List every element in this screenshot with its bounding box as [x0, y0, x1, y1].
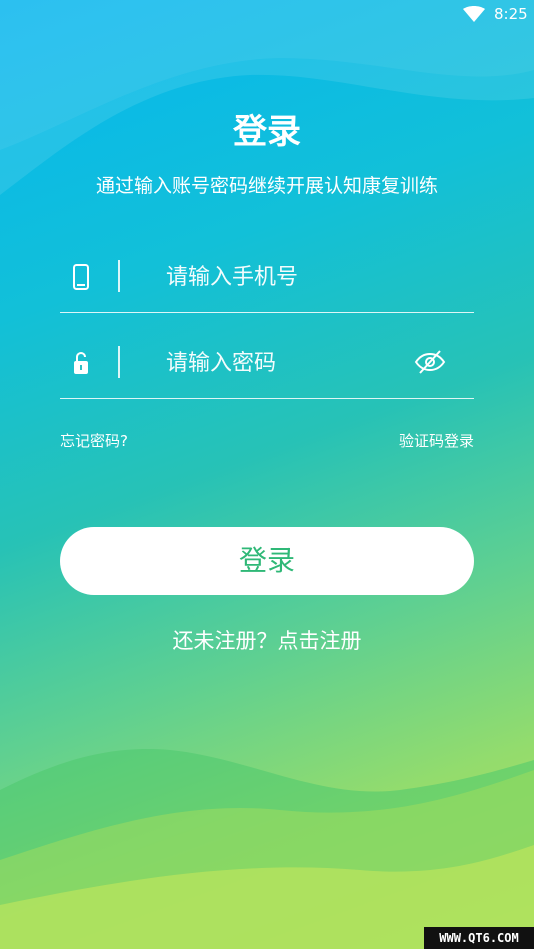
sms-login-link[interactable]: 验证码登录: [399, 430, 474, 452]
page-subtitle: 通过输入账号密码继续开展认知康复训练: [95, 175, 438, 197]
login-screen: 8:25 登录 通过输入账号密码继续开展认知康复训练 忘记密码? 验证码登录 登…: [0, 0, 534, 949]
status-time: 8:25: [494, 5, 528, 23]
eye-off-icon[interactable]: [414, 346, 446, 378]
page-title: 登录: [233, 112, 301, 152]
phone-icon: [73, 264, 89, 290]
phone-input[interactable]: [166, 256, 406, 298]
watermark: WWW.QT6.COM: [424, 927, 534, 949]
phone-field[interactable]: [60, 246, 474, 313]
phone-field-divider: [118, 260, 120, 292]
password-input[interactable]: [166, 342, 406, 384]
status-bar: 8:25: [0, 0, 534, 30]
password-field-divider: [118, 346, 120, 378]
login-button[interactable]: 登录: [60, 527, 474, 595]
password-field[interactable]: [60, 332, 474, 399]
lock-icon: [74, 351, 88, 374]
forgot-password-link[interactable]: 忘记密码?: [60, 430, 128, 452]
register-link[interactable]: 还未注册？点击注册: [0, 626, 534, 656]
wifi-icon: [463, 6, 485, 22]
